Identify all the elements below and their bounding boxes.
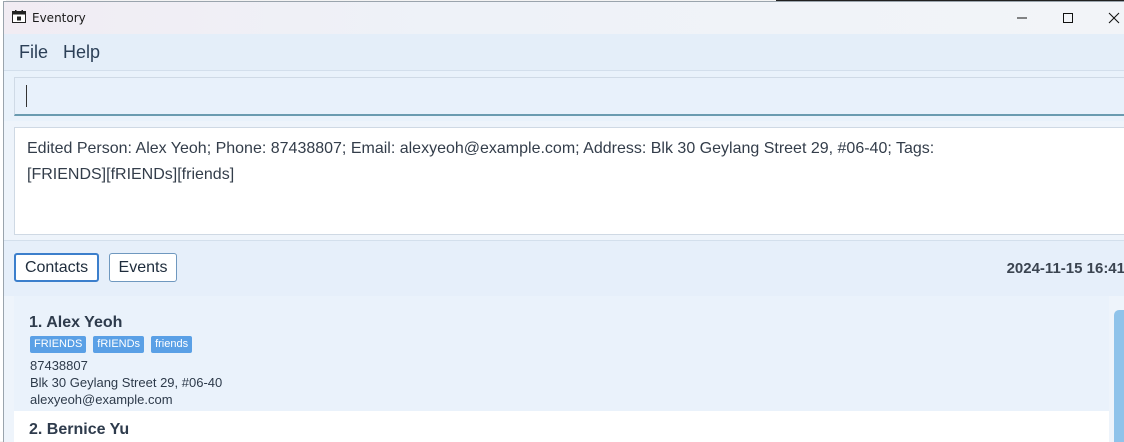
contact-email: alexyeoh@example.com	[30, 392, 173, 407]
list-item[interactable]: 1. Alex Yeoh FRIENDS fRIENDs friends 874…	[14, 296, 1109, 411]
title-bar[interactable]: Eventory	[4, 2, 1124, 34]
tab-bar: Contacts Events 2024-11-15 16:41	[4, 240, 1124, 297]
contact-name: 2. Bernice Yu	[29, 421, 130, 438]
calendar-icon	[12, 10, 26, 23]
maximize-icon	[1063, 13, 1073, 23]
menu-help[interactable]: Help	[63, 42, 100, 63]
close-icon	[1108, 12, 1120, 24]
tab-events[interactable]: Events	[109, 253, 177, 282]
maximize-button[interactable]	[1045, 2, 1091, 34]
tag-list: FRIENDS fRIENDs friends	[30, 336, 193, 353]
window-title: Eventory	[32, 11, 86, 25]
command-area	[4, 71, 1124, 121]
result-display[interactable]: Edited Person: Alex Yeoh; Phone: 8743880…	[14, 127, 1124, 235]
minimize-icon	[1017, 17, 1027, 19]
contact-phone: 87438807	[30, 358, 88, 373]
result-text: Edited Person: Alex Yeoh; Phone: 8743880…	[27, 140, 935, 183]
contact-address: Blk 30 Geylang Street 29, #06-40	[30, 375, 223, 390]
contact-list[interactable]: 1. Alex Yeoh FRIENDS fRIENDs friends 874…	[4, 296, 1124, 442]
menu-bar: File Help	[4, 34, 1124, 71]
minimize-button[interactable]	[999, 2, 1045, 34]
command-input[interactable]	[14, 77, 1124, 116]
menu-file[interactable]: File	[19, 42, 48, 63]
tag-badge: friends	[151, 336, 193, 353]
list-item[interactable]: 2. Bernice Yu	[14, 411, 1109, 442]
close-button[interactable]	[1091, 2, 1124, 34]
contact-name: 1. Alex Yeoh	[29, 314, 123, 331]
scrollbar[interactable]	[1114, 310, 1124, 442]
text-caret	[26, 85, 27, 107]
tab-contacts[interactable]: Contacts	[14, 253, 99, 282]
datetime-display: 2024-11-15 16:41	[1006, 260, 1124, 277]
tag-badge: FRIENDS	[30, 336, 87, 353]
tag-badge: fRIENDs	[93, 336, 145, 353]
app-window: Eventory File Help Edited Person: Alex Y…	[3, 1, 1124, 442]
